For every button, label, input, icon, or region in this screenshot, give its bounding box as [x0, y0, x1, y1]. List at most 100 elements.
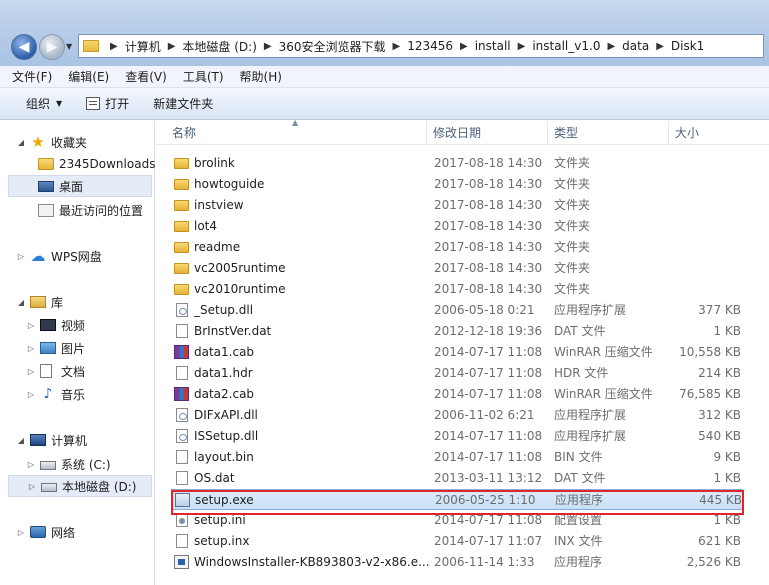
collapse-arrow-icon[interactable]: ◢: [16, 436, 26, 445]
file-icon: [176, 450, 188, 464]
file-date: 2014-07-17 11:08: [434, 429, 543, 443]
column-header-size[interactable]: 大小: [668, 121, 769, 145]
new-folder-button[interactable]: 新建文件夹: [153, 95, 213, 112]
table-row[interactable]: lot4 2017-08-18 14:30 文件夹: [171, 216, 743, 237]
table-row[interactable]: ISSetup.dll 2014-07-17 11:08 应用程序扩展 540 KB: [171, 426, 743, 447]
folder-icon: [174, 179, 189, 190]
sidebar-item-recent-places[interactable]: 最近访问的位置: [38, 199, 143, 221]
breadcrumb-chevron-icon[interactable]: ▶: [656, 41, 664, 52]
column-header-type[interactable]: 类型: [547, 121, 666, 145]
column-header-date[interactable]: 修改日期: [426, 121, 548, 145]
breadcrumb-drive-d[interactable]: 本地磁盘 (D:): [182, 38, 256, 55]
sidebar-item-pictures[interactable]: ▷ 图片: [26, 337, 85, 359]
file-date: 2006-11-02 6:21: [434, 408, 535, 422]
file-name: instview: [194, 198, 244, 212]
sidebar-item-videos[interactable]: ▷ 视频: [26, 314, 85, 336]
folder-icon: [174, 158, 189, 169]
table-row[interactable]: readme 2017-08-18 14:30 文件夹: [171, 237, 743, 258]
breadcrumb-chevron-icon[interactable]: ▶: [518, 41, 526, 52]
sidebar-item-network[interactable]: ▷ 网络: [16, 521, 75, 543]
expand-arrow-icon[interactable]: ▷: [27, 482, 37, 491]
table-row[interactable]: layout.bin 2014-07-17 11:08 BIN 文件 9 KB: [171, 447, 743, 468]
table-row[interactable]: howtoguide 2017-08-18 14:30 文件夹: [171, 174, 743, 195]
table-row[interactable]: WindowsInstaller-KB893803-v2-x86.e... 200…: [171, 552, 743, 573]
open-button[interactable]: 打开: [86, 95, 129, 112]
expand-arrow-icon[interactable]: ▷: [16, 528, 26, 537]
breadcrumb-chevron-icon[interactable]: ▶: [460, 41, 468, 52]
table-row[interactable]: DIFxAPI.dll 2006-11-02 6:21 应用程序扩展 312 KB: [171, 405, 743, 426]
menu-bar: 文件(F) 编辑(E) 查看(V) 工具(T) 帮助(H): [0, 66, 769, 88]
expand-arrow-icon[interactable]: ▷: [26, 367, 36, 376]
column-header-name[interactable]: 名称: [166, 121, 424, 145]
sidebar-item-2345downloads[interactable]: 2345Downloads: [38, 153, 155, 175]
organize-button[interactable]: 组织 ▼: [26, 95, 62, 112]
file-size: 76,585 KB: [679, 387, 741, 401]
collapse-arrow-icon[interactable]: ◢: [16, 138, 26, 147]
table-row[interactable]: instview 2017-08-18 14:30 文件夹: [171, 195, 743, 216]
table-row[interactable]: vc2010runtime 2017-08-18 14:30 文件夹: [171, 279, 743, 300]
breadcrumb-chevron-icon[interactable]: ▶: [168, 41, 176, 52]
expand-arrow-icon[interactable]: ▷: [26, 460, 36, 469]
table-row[interactable]: BrInstVer.dat 2012-12-18 19:36 DAT 文件 1 KB: [171, 321, 743, 342]
menu-help[interactable]: 帮助(H): [240, 68, 282, 85]
breadcrumb-install[interactable]: install: [475, 39, 511, 53]
sidebar-item-documents[interactable]: ▷ 文档: [26, 360, 85, 382]
menu-tools[interactable]: 工具(T): [183, 68, 224, 85]
breadcrumb-disk1[interactable]: Disk1: [671, 39, 704, 53]
table-row[interactable]: vc2005runtime 2017-08-18 14:30 文件夹: [171, 258, 743, 279]
expand-arrow-icon[interactable]: ▷: [26, 344, 36, 353]
sidebar-item-favorites[interactable]: ◢ ★ 收藏夹: [16, 131, 87, 153]
menu-file[interactable]: 文件(F): [12, 68, 52, 85]
file-type: 应用程序扩展: [554, 303, 627, 317]
file-date: 2014-07-17 11:08: [434, 366, 543, 380]
file-name: _Setup.dll: [194, 303, 254, 317]
sidebar-item-libraries[interactable]: ◢ 库: [16, 291, 63, 313]
back-button[interactable]: ◀: [11, 34, 37, 60]
table-row[interactable]: data1.cab 2014-07-17 11:08 WinRAR 压缩文件 10,5…: [171, 342, 743, 363]
organize-label: 组织: [26, 97, 51, 111]
table-row[interactable]: data2.cab 2014-07-17 11:08 WinRAR 压缩文件 76,5…: [171, 384, 743, 405]
sidebar-item-music[interactable]: ▷ ♪ 音乐: [26, 383, 85, 405]
expand-arrow-icon[interactable]: ▷: [16, 252, 26, 261]
breadcrumb-install-v1[interactable]: install_v1.0: [532, 39, 600, 53]
sidebar-item-drive-d[interactable]: ▷ 本地磁盘 (D:): [8, 475, 152, 497]
file-icon: [176, 366, 188, 380]
forward-button[interactable]: ▶: [39, 34, 65, 60]
table-row[interactable]: data1.hdr 2014-07-17 11:08 HDR 文件 214 KB: [171, 363, 743, 384]
address-bar[interactable]: ▶ 计算机 ▶ 本地磁盘 (D:) ▶ 360安全浏览器下载 ▶ 123456 …: [78, 34, 764, 58]
expand-arrow-icon[interactable]: ▷: [26, 321, 36, 330]
breadcrumb-chevron-icon[interactable]: ▶: [393, 41, 401, 52]
breadcrumb-data[interactable]: data: [622, 39, 649, 53]
file-name: data1.cab: [194, 345, 255, 359]
breadcrumb-chevron-icon[interactable]: ▶: [264, 41, 272, 52]
menu-view[interactable]: 查看(V): [125, 68, 167, 85]
breadcrumb-360-download[interactable]: 360安全浏览器下载: [279, 38, 386, 55]
sidebar-item-wps-cloud[interactable]: ▷ ☁ WPS网盘: [16, 245, 102, 267]
library-icon: [30, 296, 46, 308]
collapse-arrow-icon[interactable]: ◢: [16, 298, 26, 307]
breadcrumb-chevron-icon[interactable]: ▶: [110, 41, 118, 52]
recent-pages-chevron-icon[interactable]: ▼: [66, 42, 72, 51]
file-size: 214 KB: [698, 366, 741, 380]
file-date: 2017-08-18 14:30: [434, 282, 543, 296]
file-size: 9 KB: [713, 450, 741, 464]
sidebar-item-desktop[interactable]: 桌面: [8, 175, 152, 197]
sidebar-item-label: 2345Downloads: [59, 157, 156, 171]
star-icon: ★: [31, 133, 45, 151]
table-row[interactable]: setup.inx 2014-07-17 11:07 INX 文件 621 KB: [171, 531, 743, 552]
sidebar-item-computer[interactable]: ◢ 计算机: [16, 429, 87, 451]
file-name: layout.bin: [194, 450, 254, 464]
table-row[interactable]: _Setup.dll 2006-05-18 0:21 应用程序扩展 377 KB: [171, 300, 743, 321]
breadcrumb-chevron-icon[interactable]: ▶: [607, 41, 615, 52]
file-size: 540 KB: [698, 429, 741, 443]
menu-edit[interactable]: 编辑(E): [68, 68, 109, 85]
table-row[interactable]: OS.dat 2013-03-11 13:12 DAT 文件 1 KB: [171, 468, 743, 489]
sidebar-item-drive-c[interactable]: ▷ 系统 (C:): [26, 453, 111, 475]
breadcrumb-123456[interactable]: 123456: [407, 39, 453, 53]
file-name: ISSetup.dll: [194, 429, 259, 443]
cloud-icon: ☁: [30, 247, 46, 265]
expand-arrow-icon[interactable]: ▷: [26, 390, 36, 399]
breadcrumb-computer[interactable]: 计算机: [125, 38, 161, 55]
sidebar-item-label: 计算机: [51, 433, 88, 448]
table-row[interactable]: brolink 2017-08-18 14:30 文件夹: [171, 153, 743, 174]
